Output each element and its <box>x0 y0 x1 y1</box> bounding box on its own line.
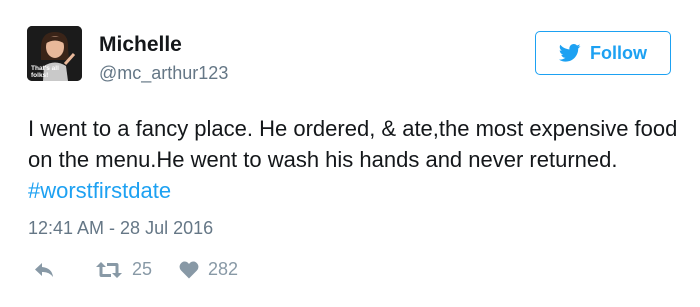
heart-icon <box>179 261 199 278</box>
twitter-bird-icon <box>559 44 581 62</box>
avatar[interactable]: That's all folks! <box>27 26 82 81</box>
display-name[interactable]: Michelle <box>99 33 182 57</box>
user-handle[interactable]: @mc_arthur123 <box>99 63 228 84</box>
retweet-icon <box>96 261 122 278</box>
tweet-timestamp[interactable]: 12:41 AM - 28 Jul 2016 <box>28 218 213 239</box>
tweet-actions: 25 282 <box>33 259 238 280</box>
tweet-text: I went to a fancy place. He ordered, & a… <box>28 113 678 206</box>
tweet-body: I went to a fancy place. He ordered, & a… <box>28 116 678 172</box>
retweet-count: 25 <box>132 259 153 279</box>
like-button[interactable]: 282 <box>179 259 238 280</box>
like-count: 282 <box>208 259 239 279</box>
follow-button-label: Follow <box>590 42 647 63</box>
hashtag-link[interactable]: #worstfirstdate <box>28 178 171 203</box>
follow-button[interactable]: Follow <box>535 31 671 75</box>
avatar-caption: That's all folks! <box>31 65 59 79</box>
retweet-button[interactable]: 25 <box>95 259 152 280</box>
reply-button[interactable] <box>33 261 55 279</box>
reply-icon <box>35 262 53 277</box>
